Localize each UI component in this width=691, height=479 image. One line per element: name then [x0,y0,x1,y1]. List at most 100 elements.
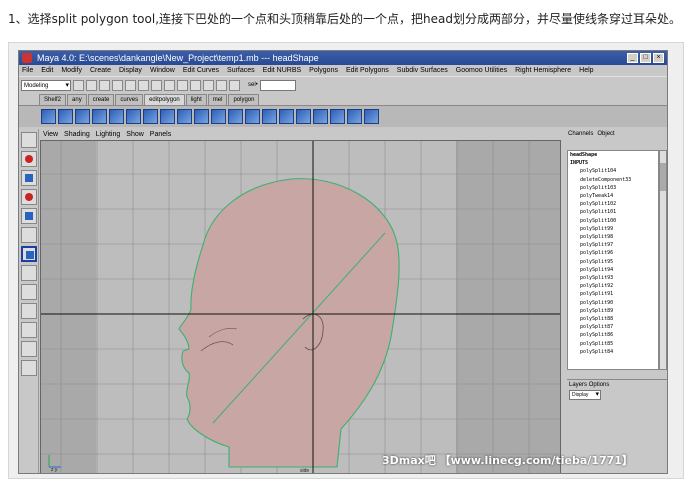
delete-edge-icon[interactable] [143,109,158,124]
render-globals-icon[interactable] [229,79,240,91]
new-scene-icon[interactable] [73,79,84,91]
list-item[interactable]: polySplit87 [568,323,658,331]
split-polygon-icon[interactable] [75,109,90,124]
scale-tool-icon[interactable] [21,208,37,224]
append-polygon-icon[interactable] [245,109,260,124]
list-item[interactable]: polySplit92 [568,282,658,290]
lasso-tool-icon[interactable] [21,151,37,167]
poke-faces-icon[interactable] [296,109,311,124]
save-scene-icon[interactable] [99,79,110,91]
menu-edit-polygons[interactable]: Edit Polygons [346,65,389,76]
scrollbar-thumb[interactable] [660,163,666,191]
wedge-faces-icon[interactable] [279,109,294,124]
list-item[interactable]: polySplit100 [568,217,658,225]
menu-window[interactable]: Window [150,65,175,76]
list-item[interactable]: polySplit85 [568,340,658,348]
hypershade-layout-icon[interactable] [21,341,37,357]
node-name[interactable]: headShape [568,151,658,159]
extrude-face-icon[interactable] [41,109,56,124]
list-item[interactable]: polySplit91 [568,290,658,298]
menu-set-dropdown[interactable]: Modeling [21,79,71,91]
list-item[interactable]: polyTweak14 [568,192,658,200]
list-item[interactable]: polySplit93 [568,274,658,282]
menu-subdiv-surfaces[interactable]: Subdiv Surfaces [397,65,448,76]
move-tool-icon[interactable] [21,170,37,186]
channel-box-list[interactable]: headShape INPUTS polySplit104 deleteComp… [567,150,659,370]
rotate-tool-icon[interactable] [21,189,37,205]
graph-editor-layout-icon[interactable] [21,360,37,376]
tab-create[interactable]: create [87,94,115,105]
list-item[interactable]: polySplit98 [568,233,658,241]
list-item[interactable]: polySplit104 [568,167,658,175]
menu-help[interactable]: Help [579,65,593,76]
tab-any[interactable]: any [67,94,87,105]
list-item[interactable]: polySplit95 [568,258,658,266]
smooth-icon[interactable] [177,109,192,124]
panel-menu-show[interactable]: Show [126,129,144,140]
list-item[interactable]: polySplit101 [568,208,658,216]
bevel-icon[interactable] [194,109,209,124]
merge-edges-icon[interactable] [109,109,124,124]
triangulate-icon[interactable] [211,109,226,124]
tab-mel[interactable]: mel [207,94,228,105]
options-menu[interactable]: Options [589,382,610,388]
combine-icon[interactable] [347,109,362,124]
tab-polygon[interactable]: polygon [228,94,260,105]
four-view-layout-icon[interactable] [21,284,37,300]
menu-surfaces[interactable]: Surfaces [227,65,255,76]
outliner-layout-icon[interactable] [21,322,37,338]
duplicate-face-icon[interactable] [313,109,328,124]
snap-grid-icon[interactable] [151,79,162,91]
panel-menu-view[interactable]: View [43,129,58,140]
layer-display-dropdown[interactable]: Display [569,390,601,400]
selection-input[interactable] [259,79,296,91]
list-item[interactable]: polySplit88 [568,315,658,323]
select-hierarchy-icon[interactable] [112,79,123,91]
select-component-icon[interactable] [138,79,149,91]
list-item[interactable]: polySplit97 [568,241,658,249]
single-view-layout-icon[interactable] [21,265,37,281]
two-view-layout-icon[interactable] [21,303,37,319]
menu-modify[interactable]: Modify [61,65,82,76]
cut-faces-icon[interactable] [262,109,277,124]
list-item[interactable]: polySplit96 [568,249,658,257]
tab-curves[interactable]: curves [115,94,144,105]
list-item[interactable]: polySplit102 [568,200,658,208]
viewport-canvas[interactable]: z y side [41,141,561,474]
tab-light[interactable]: light [185,94,207,105]
tab-shelf2[interactable]: Shelf2 [39,94,67,105]
menu-display[interactable]: Display [119,65,142,76]
list-item[interactable]: polySplit86 [568,331,658,339]
panel-menu-shading[interactable]: Shading [64,129,90,140]
collapse-icon[interactable] [126,109,141,124]
tab-object[interactable]: Object [597,129,614,140]
menu-polygons[interactable]: Polygons [309,65,338,76]
list-item[interactable]: polySplit103 [568,184,658,192]
merge-vertices-icon[interactable] [92,109,107,124]
menu-edit-curves[interactable]: Edit Curves [183,65,219,76]
history-icon[interactable] [190,79,201,91]
extract-icon[interactable] [330,109,345,124]
quadrangulate-icon[interactable] [228,109,243,124]
list-item[interactable]: polySplit99 [568,225,658,233]
minimize-button[interactable]: _ [627,53,638,63]
select-tool-icon[interactable] [21,132,37,148]
panel-menu-panels[interactable]: Panels [150,129,171,140]
select-object-icon[interactable] [125,79,136,91]
separate-icon[interactable] [364,109,379,124]
close-button[interactable]: × [653,53,664,63]
render-icon[interactable] [203,79,214,91]
panel-menu-lighting[interactable]: Lighting [96,129,121,140]
extrude-edge-icon[interactable] [58,109,73,124]
tab-channels[interactable]: Channels [568,129,593,140]
menu-right-hemisphere[interactable]: Right Hemisphere [515,65,571,76]
menu-create[interactable]: Create [90,65,111,76]
side-viewport[interactable]: z y side [40,140,561,474]
subdivide-icon[interactable] [160,109,175,124]
maximize-button[interactable]: □ [640,53,651,63]
menu-edit-nurbs[interactable]: Edit NURBS [263,65,302,76]
list-item[interactable]: polySplit94 [568,266,658,274]
manipulator-tool-icon[interactable] [21,227,37,243]
menu-file[interactable]: File [22,65,33,76]
snap-point-icon[interactable] [177,79,188,91]
